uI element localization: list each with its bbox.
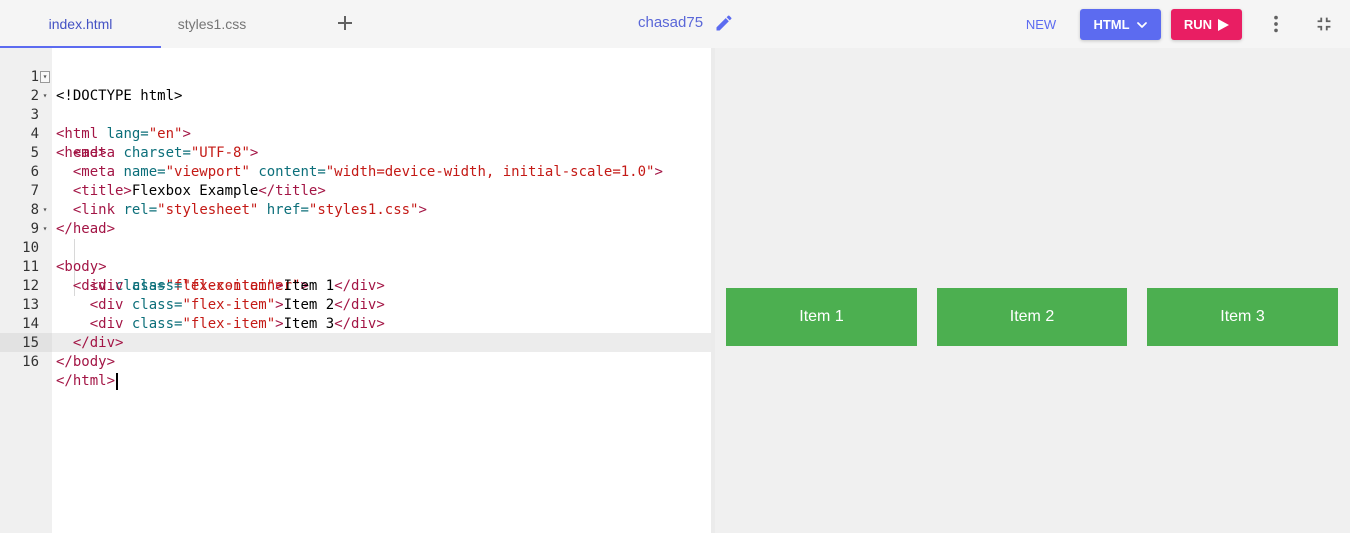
language-dropdown-button[interactable]: HTML	[1080, 9, 1161, 40]
tab-styles1-css[interactable]: styles1.css	[161, 0, 263, 48]
code-line: 12 <div class="flex-item">Item 2</div>	[0, 258, 711, 313]
line-number: 16	[22, 354, 39, 370]
code-line: 5 <meta name="viewport" content="width=d…	[0, 125, 711, 180]
code-line: 10 ▾ <div class="flex-container">	[0, 220, 711, 295]
project-name[interactable]: chasad75	[638, 14, 703, 31]
right-edge-strip	[1350, 0, 1365, 533]
tab-label: index.html	[48, 16, 113, 32]
code-line: 2 ▾ <html lang="en">	[0, 68, 711, 142]
top-bar: index.html styles1.css chasad75 NEW HTML…	[0, 0, 1365, 48]
code-line: 8 </head>	[0, 182, 711, 237]
new-button-label: NEW	[1025, 16, 1057, 32]
code-line: 15 </body>	[0, 315, 711, 370]
flex-item-label: Item 3	[1220, 308, 1265, 325]
fold-arrow-icon[interactable]: ▾	[41, 92, 49, 100]
tab-index-html[interactable]: index.html	[0, 0, 161, 48]
flex-item: Item 2	[937, 288, 1127, 346]
plus-icon[interactable]	[332, 10, 358, 36]
fold-toggle-icon[interactable]: ▾	[40, 71, 50, 83]
flex-item: Item 1	[726, 288, 917, 346]
flex-item-label: Item 1	[799, 308, 844, 325]
code-line: 7 <link rel="stylesheet" href="styles1.c…	[0, 163, 711, 218]
flex-item-label: Item 2	[1009, 308, 1055, 325]
code-line-active: 16 </html>	[0, 334, 711, 390]
code-line: 1 <!DOCTYPE html>	[0, 49, 711, 104]
play-icon	[1218, 18, 1230, 31]
code-token: </body>	[56, 354, 116, 370]
fold-arrow-icon[interactable]: ▾	[41, 206, 49, 214]
pencil-icon[interactable]	[714, 13, 734, 33]
code-line: 4 <meta charset="UTF-8">	[0, 106, 711, 161]
text-cursor	[116, 372, 119, 390]
language-label: HTML	[1093, 17, 1130, 32]
code-line: 13 <div class="flex-item">Item 3</div>	[0, 277, 711, 332]
chevron-down-icon	[1136, 21, 1147, 28]
code-token: </html>	[56, 373, 116, 389]
fold-arrow-icon[interactable]: ▾	[41, 225, 49, 233]
code-lines: 1 <!DOCTYPE html> 2 ▾ <html lang="en"> 3…	[0, 49, 711, 390]
code-line: 3 ▾ <head>	[0, 87, 711, 162]
new-button[interactable]: NEW	[1016, 9, 1066, 39]
run-button[interactable]: RUN	[1171, 9, 1242, 40]
preview-pane: Item 1 Item 2 Item 3	[715, 48, 1350, 533]
flex-item: Item 3	[1147, 288, 1338, 346]
run-label: RUN	[1183, 17, 1213, 32]
code-line: 6 <title>Flexbox Example</title>	[0, 144, 711, 199]
collapse-icon[interactable]	[1313, 13, 1335, 35]
code-line: 14 </div>	[0, 296, 711, 351]
tab-label: styles1.css	[177, 16, 247, 32]
code-line: 9 ▾ <body>	[0, 201, 711, 276]
vertical-dots-icon[interactable]	[1265, 13, 1287, 35]
code-line: 11 <div class="flex-item">Item 1</div>	[0, 239, 711, 294]
code-editor[interactable]: 1 <!DOCTYPE html> 2 ▾ <html lang="en"> 3…	[0, 48, 711, 533]
